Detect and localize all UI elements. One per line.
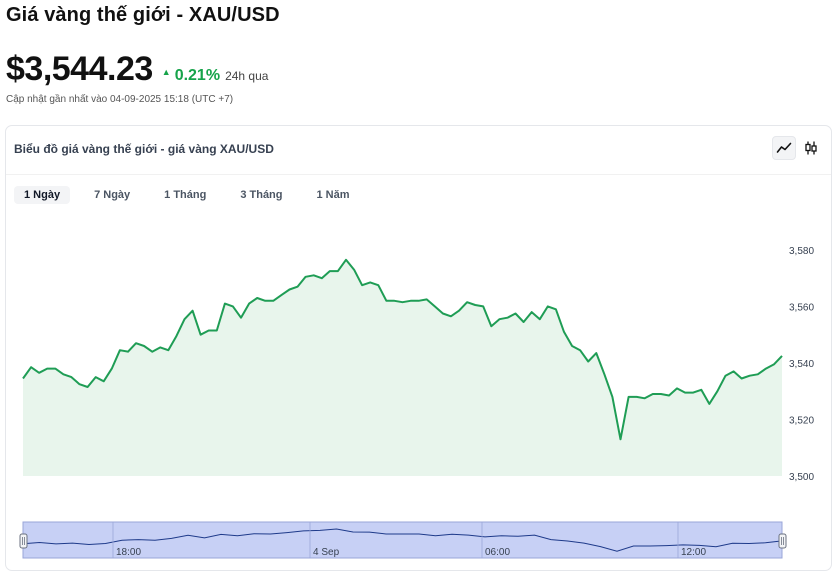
y-tick-label: 3,540 [789, 359, 814, 370]
navigator-tick-label: 4 Sep [313, 547, 340, 558]
price-chart: 3,500 3,520 3,540 3,560 3,580 18:00 4 Sep 06:0… [19, 246, 814, 559]
price-area [23, 259, 782, 476]
navigator-tick-label: 12:00 [681, 547, 706, 558]
y-tick-label: 3,560 [789, 302, 814, 313]
y-tick-label: 3,500 [789, 472, 814, 483]
navigator-right-handle[interactable] [778, 533, 787, 549]
y-axis: 3,500 3,520 3,540 3,560 3,580 [789, 246, 814, 483]
navigator-left-handle[interactable] [19, 533, 28, 549]
navigator-tick-label: 06:00 [485, 547, 510, 558]
main-plot [22, 258, 783, 476]
navigator-tick-label: 18:00 [116, 547, 141, 558]
range-navigator[interactable]: 18:00 4 Sep 06:00 12:00 [19, 521, 787, 559]
y-tick-label: 3,520 [789, 415, 814, 426]
y-tick-label: 3,580 [789, 246, 814, 257]
